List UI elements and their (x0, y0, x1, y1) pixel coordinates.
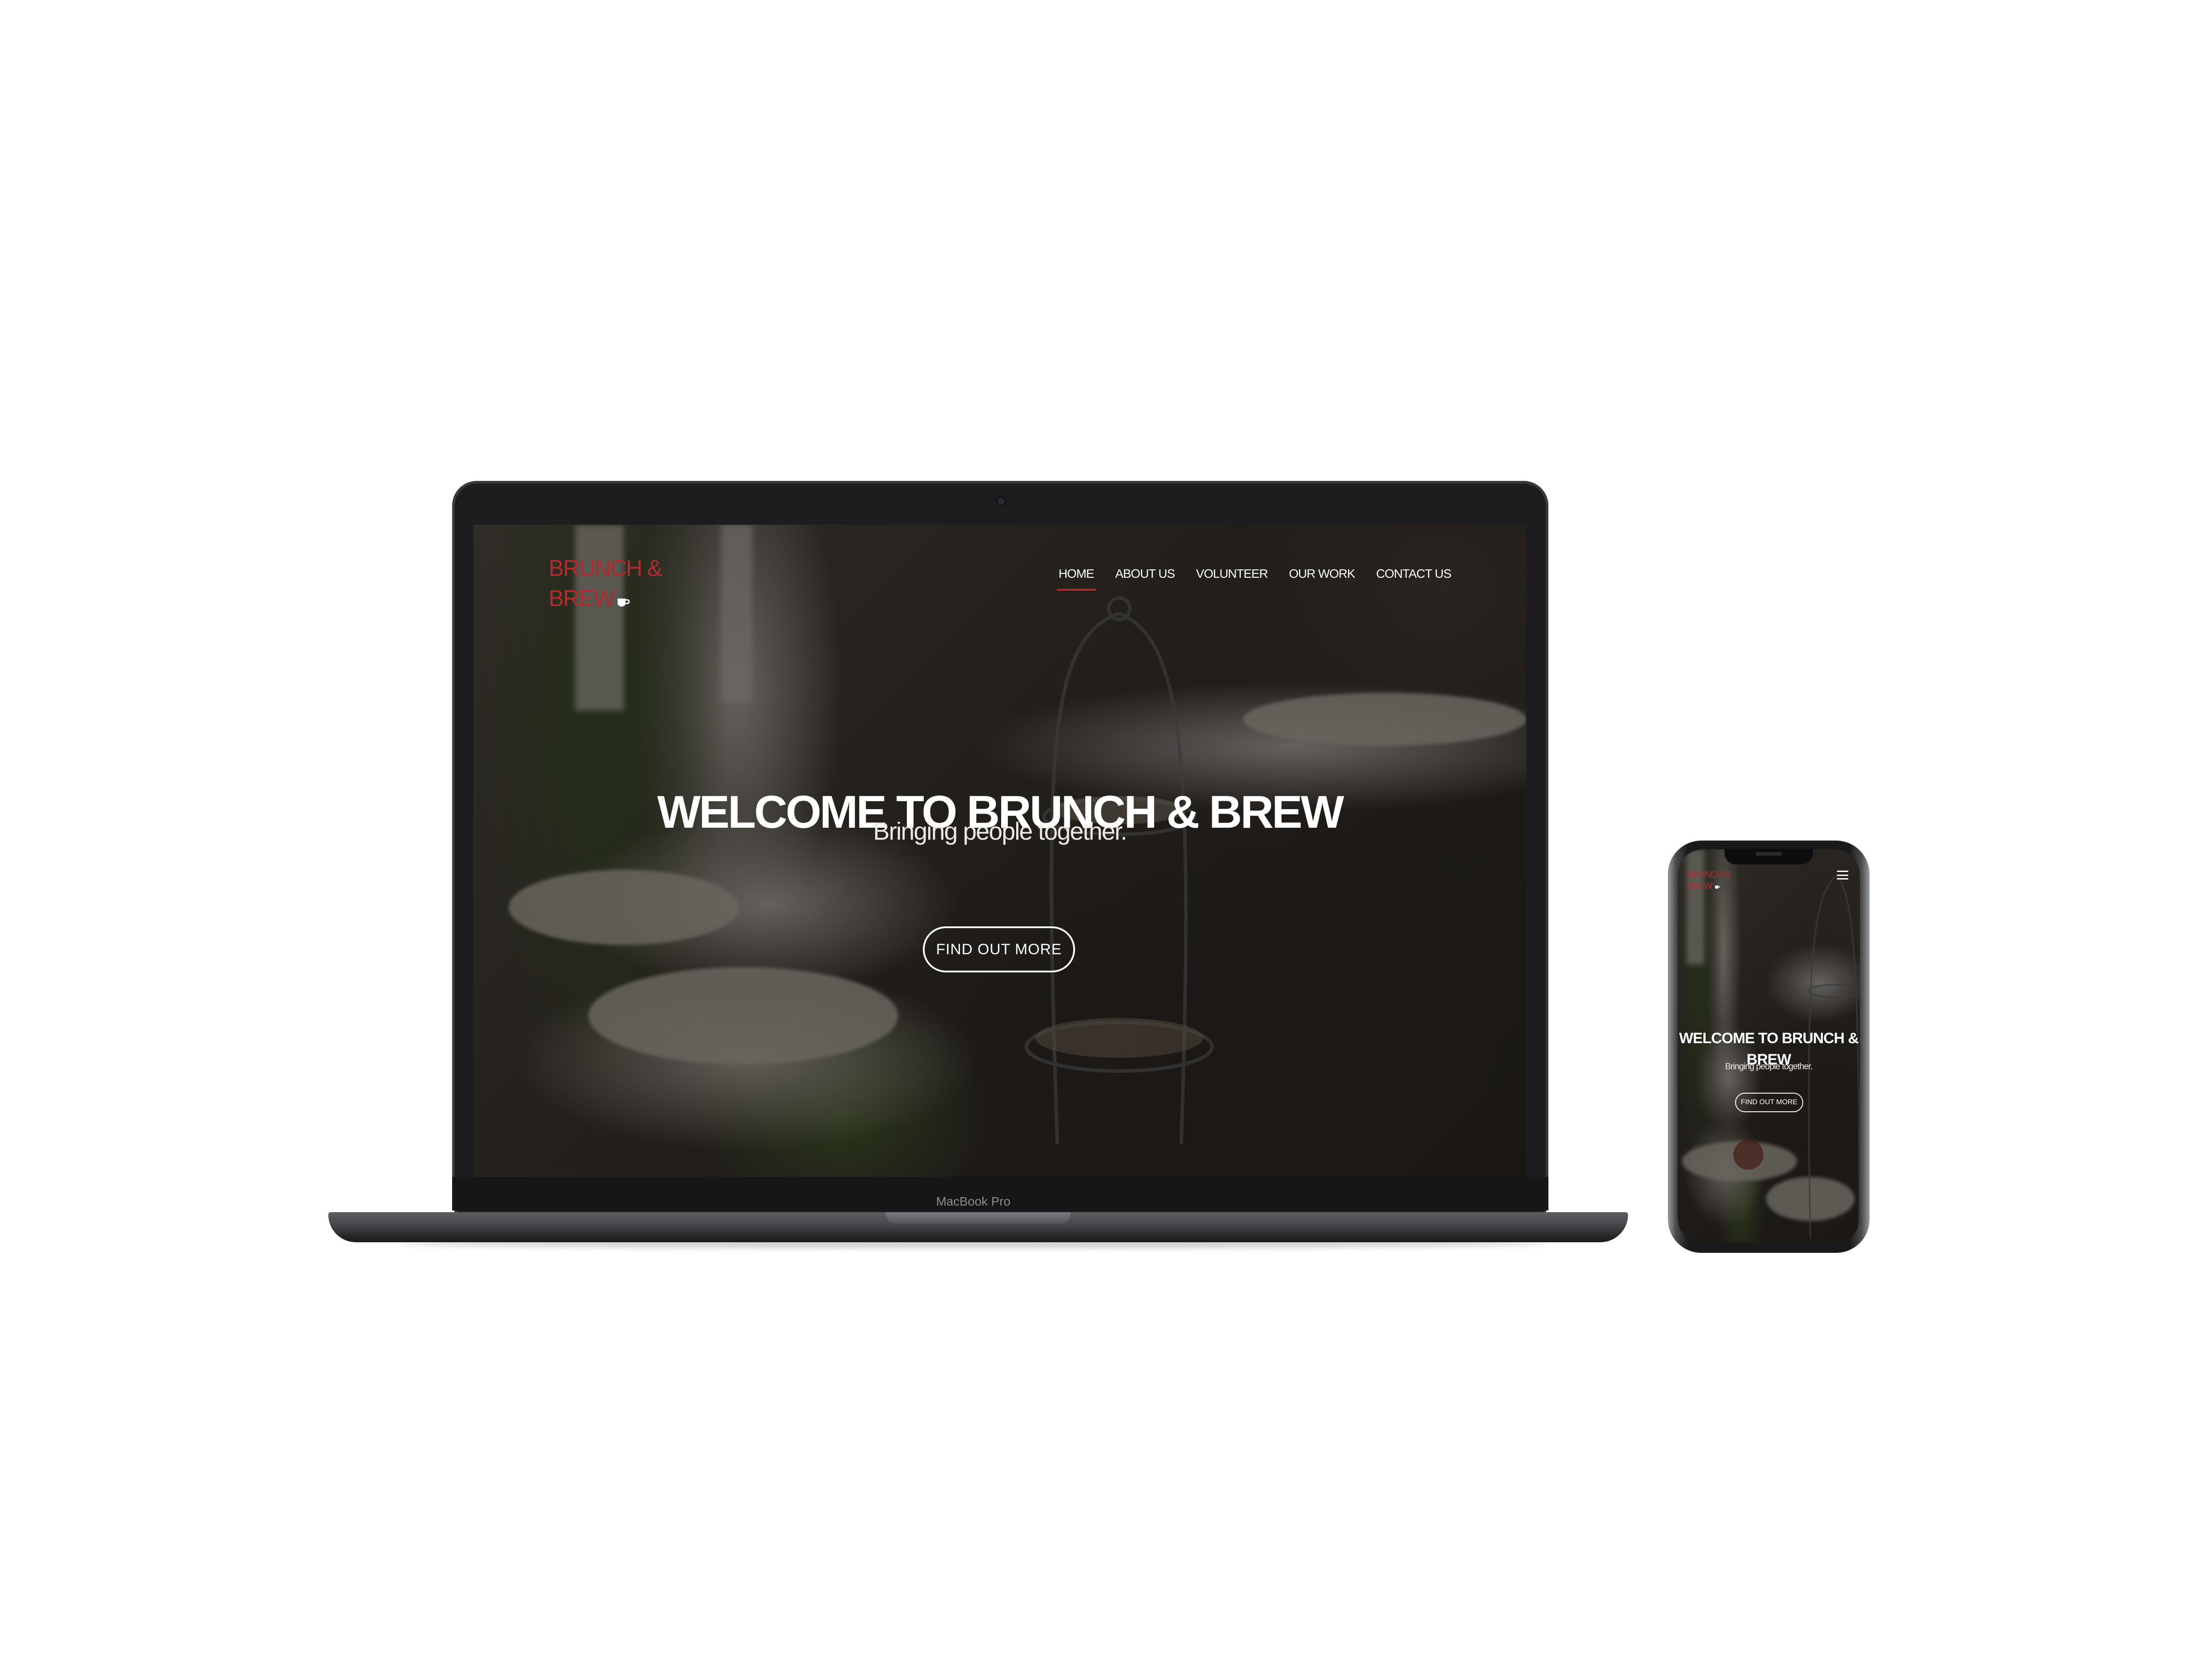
hero-section: BRUNCH & BREW HOME ABOUT US VOLUNTEER OU… (473, 525, 1526, 1177)
phone-screen: BRUNCH & BREW WELCOME TO BRUNCH & BREW B… (1678, 849, 1860, 1243)
logo-line-2: BREW (549, 586, 615, 611)
menu-bar (1837, 871, 1848, 872)
phone-speaker (1755, 852, 1782, 856)
hero-subtitle: Bringing people together. (873, 817, 1128, 845)
nav-home[interactable]: HOME (1056, 567, 1096, 591)
main-nav: HOME ABOUT US VOLUNTEER OUR WORK CONTACT… (1056, 567, 1452, 591)
mobile-site-logo[interactable]: BRUNCH & BREW (1687, 869, 1736, 892)
laptop-screen: BRUNCH & BREW HOME ABOUT US VOLUNTEER OU… (473, 525, 1526, 1177)
laptop-camera (998, 498, 1005, 505)
hamburger-menu-icon[interactable] (1837, 871, 1848, 879)
laptop-base (328, 1212, 1628, 1242)
menu-bar (1837, 878, 1848, 879)
mobile-hero-subtitle: Bringing people together. (1725, 1062, 1813, 1071)
menu-bar (1837, 874, 1848, 876)
mobile-find-out-more-button[interactable]: FIND OUT MORE (1735, 1093, 1803, 1112)
mobile-logo-line-1: BRUNCH & (1687, 870, 1730, 879)
coffee-cup-icon (617, 585, 630, 615)
phone-notch (1724, 849, 1813, 864)
hero-dark-overlay (473, 525, 1526, 1177)
coffee-cup-icon (1715, 881, 1720, 892)
find-out-more-button[interactable]: FIND OUT MORE (923, 926, 1075, 972)
laptop-model-label: MacBook Pro (936, 1194, 1011, 1208)
mobile-hero-section: BRUNCH & BREW WELCOME TO BRUNCH & BREW B… (1678, 849, 1860, 1243)
nav-our-work[interactable]: OUR WORK (1289, 567, 1355, 591)
nav-contact-us[interactable]: CONTACT US (1376, 567, 1452, 591)
nav-about-us[interactable]: ABOUT US (1115, 567, 1175, 591)
laptop-notch (886, 1212, 1071, 1224)
mobile-logo-line-2: BREW (1687, 881, 1713, 891)
nav-volunteer[interactable]: VOLUNTEER (1196, 567, 1268, 591)
site-logo[interactable]: BRUNCH & BREW (549, 553, 690, 615)
logo-line-1: BRUNCH & (549, 556, 663, 581)
